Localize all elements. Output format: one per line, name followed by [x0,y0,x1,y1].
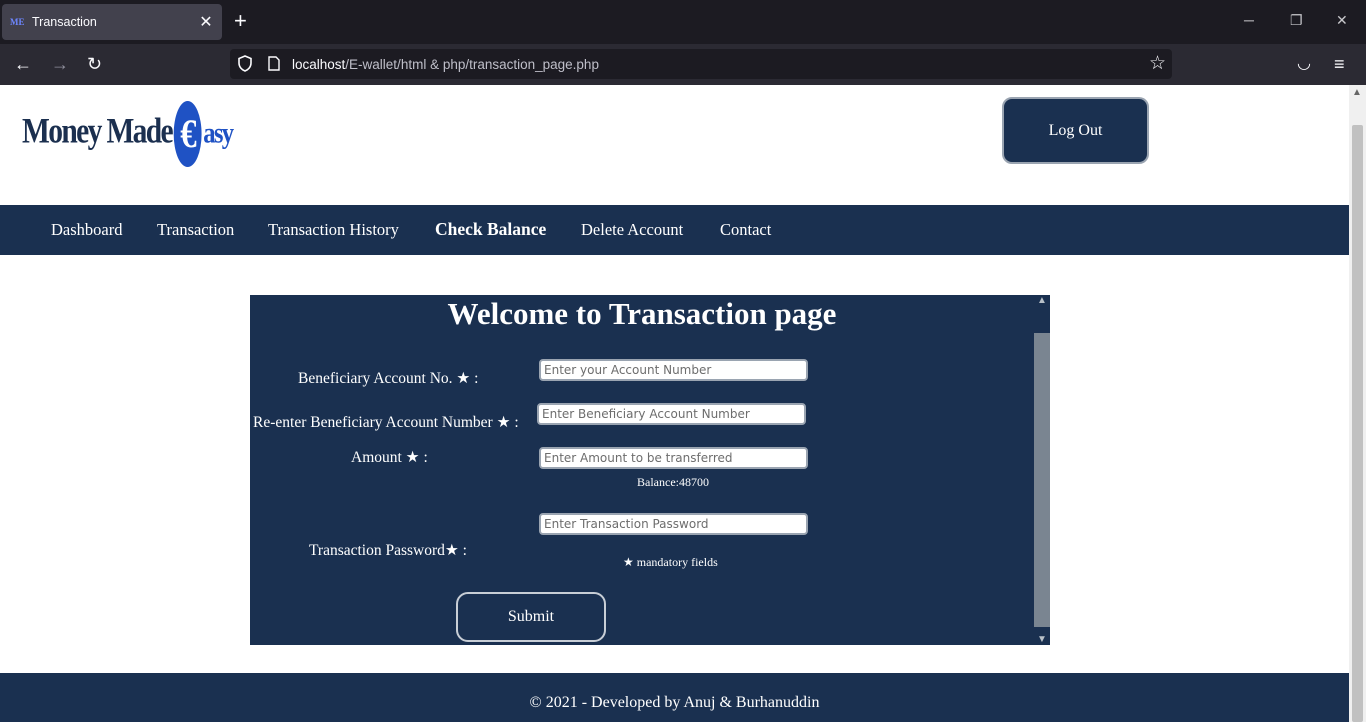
beneficiary-label: Beneficiary Account No. ★ : [298,370,479,387]
logo: Money Made € asy [22,99,279,169]
mandatory-note: ★ mandatory fields [623,555,718,569]
form-title: Welcome to Transaction page [447,296,837,331]
submit-button[interactable]: Submit [456,592,606,642]
nav-transaction-history[interactable]: Transaction History [268,220,399,240]
scroll-up-icon[interactable]: ▲ [1352,87,1362,98]
minimize-icon[interactable]: ─ [1244,12,1254,28]
forward-icon[interactable]: → [51,54,69,74]
balance-text: Balance:48700 [637,475,709,489]
browser-tab[interactable]: ME Transaction ✕ [2,4,222,40]
password-label: Transaction Password★ : [309,542,467,559]
pocket-icon[interactable]: ◡ [1297,54,1311,74]
nav-contact[interactable]: Contact [720,220,771,240]
close-window-icon[interactable]: ✕ [1336,12,1348,29]
reload-icon[interactable]: ↻ [87,54,102,74]
shield-icon [238,55,252,72]
url-text: localhost/E-wallet/html & php/transactio… [292,57,599,72]
reenter-label: Re-enter Beneficiary Account Number ★ : [253,414,519,431]
close-tab-icon[interactable]: ✕ [198,12,214,32]
scroll-down-icon[interactable]: ▼ [1037,634,1047,645]
logo-text: Money Made € asy [22,101,234,167]
nav-transaction[interactable]: Transaction [157,220,234,240]
scroll-up-icon[interactable]: ▲ [1037,295,1047,306]
euro-icon: € [173,101,202,167]
bookmark-star-icon[interactable]: ☆ [1149,52,1166,75]
beneficiary-account-input[interactable] [539,359,808,381]
nav-dashboard[interactable]: Dashboard [51,220,122,240]
page-icon [268,56,280,71]
web-page: Money Made € asy Log Out Dashboard Transac… [0,85,1349,722]
transaction-form: Welcome to Transaction page Beneficiary … [250,295,1050,645]
amount-label: Amount ★ : [351,449,428,466]
footer: © 2021 - Developed by Anuj & Burhanuddin [0,673,1349,722]
back-icon[interactable]: ← [14,54,32,74]
restore-icon[interactable]: ❐ [1290,12,1303,29]
transaction-password-input[interactable] [539,513,808,535]
form-scrollbar[interactable]: ▲ ▼ [1034,295,1050,645]
tab-title: Transaction [32,15,97,29]
page-scrollbar[interactable]: ▲ [1349,85,1366,722]
scrollbar-thumb[interactable] [1352,125,1363,722]
browser-tab-bar: ME Transaction ✕ + ─ ❐ ✕ [0,0,1366,44]
scrollbar-thumb[interactable] [1034,333,1050,627]
amount-input[interactable] [539,447,808,469]
menu-icon[interactable]: ≡ [1334,54,1345,74]
new-tab-icon[interactable]: + [234,10,247,32]
favicon-icon: ME [10,17,25,27]
main-nav: Dashboard Transaction Transaction Histor… [0,205,1349,255]
nav-check-balance[interactable]: Check Balance [435,219,546,240]
nav-delete-account[interactable]: Delete Account [581,220,683,240]
reenter-account-input[interactable] [537,403,806,425]
logout-button[interactable]: Log Out [1002,97,1149,164]
address-bar[interactable]: localhost/E-wallet/html & php/transactio… [230,49,1172,79]
